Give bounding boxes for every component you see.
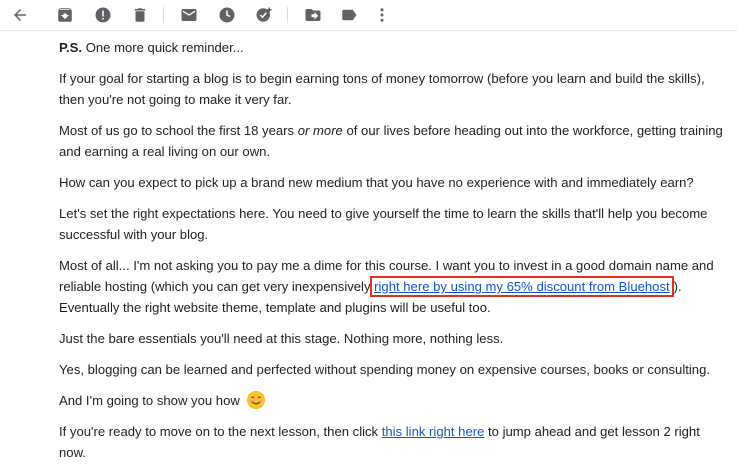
move-to-icon[interactable] xyxy=(303,5,323,25)
ps-text: One more quick reminder... xyxy=(82,40,244,55)
paragraph-school-emphasis: or more xyxy=(297,123,343,138)
report-spam-icon[interactable] xyxy=(93,5,113,25)
paragraph-show-you: And I'm going to show you how xyxy=(59,390,729,411)
paragraph-next-lesson: If you're ready to move on to the next l… xyxy=(59,421,729,463)
ps-label: P.S. xyxy=(59,40,83,55)
highlighted-link-box: right here by using my 65% discount from… xyxy=(370,276,674,297)
label-icon[interactable] xyxy=(339,5,359,25)
back-arrow-icon[interactable] xyxy=(10,5,30,25)
paragraph-school: Most of us go to school the first 18 yea… xyxy=(59,120,729,162)
paragraph-school-text-a: Most of us go to school the first 18 yea… xyxy=(59,123,298,138)
mark-unread-icon[interactable] xyxy=(179,5,199,25)
archive-icon[interactable] xyxy=(55,5,75,25)
paragraph-show-you-text: And I'm going to show you how xyxy=(59,393,240,408)
paragraph-blogging: Yes, blogging can be learned and perfect… xyxy=(59,362,710,377)
more-options-icon[interactable] xyxy=(372,5,392,25)
delete-icon[interactable] xyxy=(130,5,150,25)
ps-paragraph: P.S. One more quick reminder... xyxy=(59,37,729,58)
smiling-face-icon xyxy=(246,390,266,410)
toolbar-divider xyxy=(163,7,164,23)
paragraph-expectations: Let's set the right expectations here. Y… xyxy=(59,206,708,242)
paragraph-goal: If your goal for starting a blog is to b… xyxy=(59,71,705,107)
toolbar-divider xyxy=(287,7,288,23)
bluehost-discount-link[interactable]: right here by using my 65% discount from… xyxy=(374,279,670,294)
paragraph-essentials: Just the bare essentials you'll need at … xyxy=(59,331,504,346)
paragraph-hosting: Most of all... I'm not asking you to pay… xyxy=(59,255,729,318)
add-to-tasks-icon[interactable] xyxy=(254,5,274,25)
paragraph-question: How can you expect to pick up a brand ne… xyxy=(59,175,694,190)
snooze-icon[interactable] xyxy=(217,5,237,25)
email-toolbar xyxy=(0,0,737,31)
email-body: P.S. One more quick reminder... If your … xyxy=(59,37,729,473)
